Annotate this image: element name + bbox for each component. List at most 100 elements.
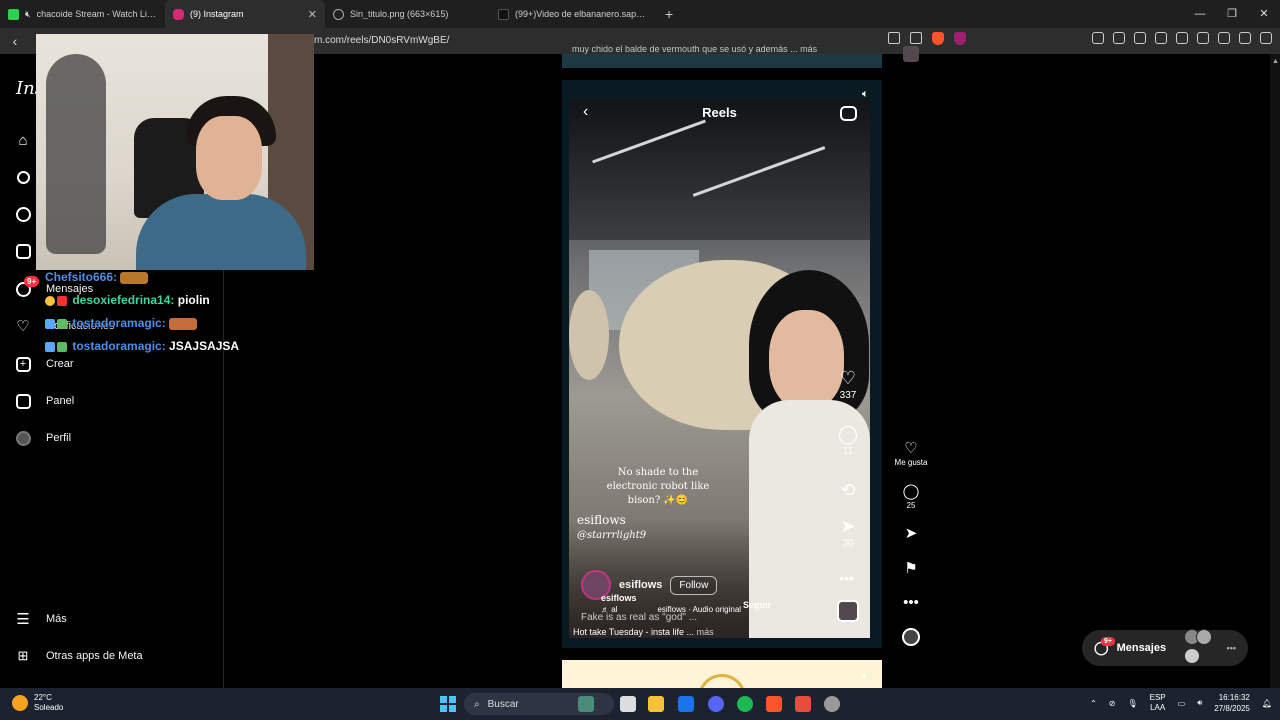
sidebar-item-more[interactable]: ☰ Más xyxy=(14,607,67,631)
share-icon[interactable] xyxy=(910,32,922,44)
menu-icon[interactable] xyxy=(1260,32,1272,44)
like-action[interactable]: ♡ 337 xyxy=(831,368,865,401)
comment-action[interactable]: ◯ 11 xyxy=(831,424,865,457)
chat-username: Chefsito666: xyxy=(45,270,118,284)
next-reel[interactable] xyxy=(562,660,882,720)
notifications-icon[interactable]: 🔔︎ xyxy=(1262,699,1272,708)
volume-icon[interactable]: 🔊︎ xyxy=(1197,698,1202,708)
sidebar-item-reels[interactable] xyxy=(14,239,32,263)
sidebar-item-home[interactable]: ⌂ xyxy=(14,128,32,152)
back-button[interactable]: ‹ xyxy=(0,33,30,49)
minimize-icon[interactable]: — xyxy=(1184,0,1216,28)
send-icon: ➤ xyxy=(904,525,918,542)
overlay-username[interactable]: esiflows xyxy=(601,593,637,603)
previous-reel-audio-thumb[interactable] xyxy=(903,46,919,62)
widget-icon[interactable] xyxy=(578,696,594,712)
brave-shield-icon[interactable] xyxy=(932,32,944,45)
url-actions xyxy=(888,32,966,45)
weather-widget[interactable]: 22°C Soleado xyxy=(12,693,63,713)
reel-video[interactable]: ‹ Reels No shade to the electronic robot… xyxy=(569,100,870,638)
chat-message: tostadoramagic: xyxy=(45,312,295,335)
sidebar-panel-icon[interactable] xyxy=(1113,32,1125,44)
scrollbar[interactable]: ▲ xyxy=(1270,54,1280,688)
comment-icon: ◯ xyxy=(837,424,859,444)
side-save-action[interactable]: ⚑ xyxy=(893,560,929,578)
follow-button[interactable]: Follow xyxy=(670,575,718,595)
sidebar-item-meta-apps[interactable]: ⊞ Otras apps de Meta xyxy=(14,644,143,668)
avatar xyxy=(1184,648,1201,664)
mute-tab-icon[interactable]: 🔇︎ xyxy=(25,9,31,20)
new-tab-button[interactable]: + xyxy=(655,6,683,22)
search-icon: ⌕ xyxy=(474,698,480,710)
share-action[interactable]: ➤ 30 xyxy=(831,516,865,549)
language-indicator[interactable]: ESP LAA xyxy=(1150,693,1166,713)
temperature: 22°C xyxy=(34,693,52,702)
sidebar-item-search[interactable] xyxy=(14,165,32,189)
side-share-action[interactable]: ➤ xyxy=(893,525,929,543)
file-explorer-icon[interactable] xyxy=(648,696,664,712)
extensions-icon[interactable] xyxy=(1092,32,1104,44)
tab-title: chacoide Stream - Watch Live on xyxy=(36,9,157,19)
tab-tiktok[interactable]: (99+)Video de elbananero.sapee (@e xyxy=(490,0,655,28)
comment-count: 11 xyxy=(842,446,854,457)
wallet-icon[interactable] xyxy=(1197,32,1209,44)
webcam-face xyxy=(196,116,262,200)
task-view-icon[interactable] xyxy=(620,696,636,712)
badge-icon xyxy=(57,318,67,329)
tab-instagram[interactable]: (9) Instagram ✕ xyxy=(165,0,325,28)
network-icon[interactable]: ⊘ xyxy=(1109,699,1116,708)
side-like-action[interactable]: ♡ Me gusta xyxy=(893,440,929,467)
microphone-icon[interactable]: 🎙︎ xyxy=(1127,699,1137,708)
brave-icon[interactable] xyxy=(766,696,782,712)
reading-icon[interactable] xyxy=(1176,32,1188,44)
more-link[interactable]: más xyxy=(697,627,714,637)
vpn-icon[interactable] xyxy=(1239,32,1251,44)
clock[interactable]: 16:16:32 27/8/2025 xyxy=(1214,692,1250,714)
tab-kick[interactable]: 🔇︎ chacoide Stream - Watch Live on xyxy=(0,0,165,28)
obs-icon[interactable] xyxy=(824,696,840,712)
windows-start-icon[interactable] xyxy=(440,696,456,712)
downloads-icon[interactable] xyxy=(1134,32,1146,44)
browser-tab-bar: 🔇︎ chacoide Stream - Watch Live on (9) I… xyxy=(0,0,1280,28)
streamer-webcam xyxy=(36,34,314,270)
more-options-icon[interactable]: ••• xyxy=(839,570,854,586)
heart-icon: ♡ xyxy=(16,318,30,335)
stream-chat: Chefsito666: desoxiefedrina14: piolin to… xyxy=(45,266,295,358)
app-icon[interactable] xyxy=(795,696,811,712)
previous-reel[interactable] xyxy=(562,54,882,68)
sidebar-item-panel[interactable]: Panel xyxy=(14,389,74,413)
bison-statue xyxy=(569,290,609,380)
reel-username[interactable]: esiflows xyxy=(619,579,662,591)
bing-icon[interactable] xyxy=(678,696,694,712)
audio-thumbnail[interactable] xyxy=(837,600,859,622)
tab-image[interactable]: Sin_titulo.png (663×615) xyxy=(325,0,490,28)
brave-rewards-icon[interactable] xyxy=(954,32,966,45)
sidebar-item-explore[interactable] xyxy=(14,202,32,226)
restore-icon[interactable]: ❐ xyxy=(1216,0,1248,28)
cast-icon[interactable] xyxy=(888,32,900,44)
tab-title: (9) Instagram xyxy=(190,9,244,19)
side-more-action[interactable]: ••• xyxy=(893,594,929,612)
caption-line: bison? ✨😊 xyxy=(627,495,689,506)
repost-action[interactable]: ⟲ xyxy=(831,480,865,502)
chat-message: desoxiefedrina14: piolin xyxy=(45,289,295,312)
previous-reel-caption: muy chido el balde de vermouth que se us… xyxy=(572,44,818,54)
seguir-button[interactable]: Seguir xyxy=(743,600,771,610)
mute-icon[interactable]: 🔈︎ xyxy=(862,670,876,684)
media-icon[interactable] xyxy=(1155,32,1167,44)
tiktok-favicon-icon xyxy=(498,8,509,20)
spotify-icon[interactable] xyxy=(737,696,753,712)
side-comment-action[interactable]: ◯ 25 xyxy=(893,483,929,510)
display-icon[interactable]: ▭ xyxy=(1178,699,1186,708)
messages-pill[interactable]: ◯ Mensajes ••• xyxy=(1082,629,1248,666)
close-window-icon[interactable]: ✕ xyxy=(1248,0,1280,28)
more-options-icon: ••• xyxy=(1226,643,1236,653)
leo-ai-icon[interactable] xyxy=(1218,32,1230,44)
side-audio-thumb[interactable] xyxy=(902,628,920,646)
chevron-up-icon[interactable]: ⌃ xyxy=(1090,699,1097,708)
close-tab-icon[interactable]: ✕ xyxy=(308,8,317,21)
discord-icon[interactable] xyxy=(708,696,724,712)
sidebar-item-profile[interactable]: Perfil xyxy=(14,426,71,450)
camera-icon[interactable] xyxy=(840,106,857,121)
scroll-up-icon[interactable]: ▲ xyxy=(1272,58,1279,65)
